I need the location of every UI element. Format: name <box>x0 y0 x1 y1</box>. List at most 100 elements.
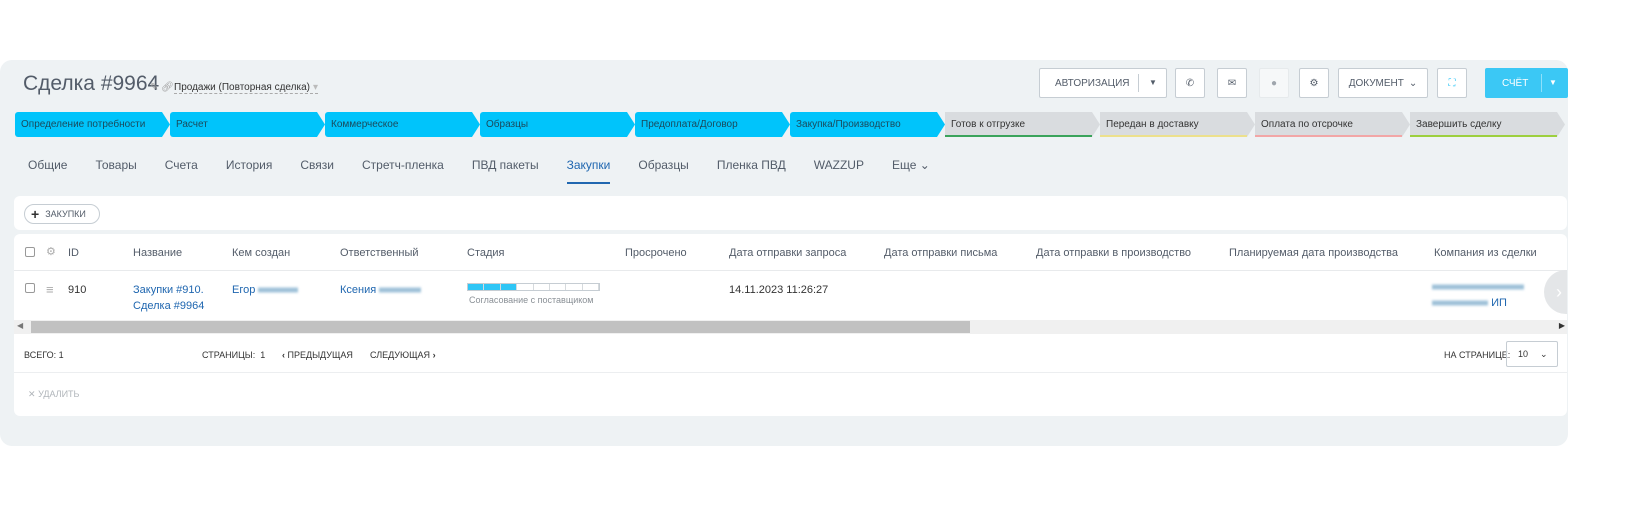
redacted-text <box>1432 284 1524 291</box>
column-header[interactable]: Компания из сделки <box>1434 247 1537 259</box>
column-header[interactable]: Просрочено <box>625 247 687 259</box>
created-by-link[interactable]: Егор <box>232 284 299 296</box>
stage-3[interactable]: Коммерческое <box>325 112 480 137</box>
call-button[interactable]: ✆ <box>1175 68 1205 98</box>
tab-12[interactable]: Еще ⌄ <box>892 158 930 184</box>
document-button[interactable]: ДОКУМЕНТ ⌄ <box>1338 68 1428 98</box>
redacted-text <box>1432 300 1488 307</box>
stage-label: Предоплата/Договор <box>641 119 738 130</box>
close-icon: ✕ <box>28 389 36 399</box>
column-header[interactable]: Стадия <box>467 247 505 259</box>
delete-button[interactable]: ✕ УДАЛИТЬ <box>28 389 79 400</box>
pages-label: СТРАНИЦЫ: 1 <box>202 350 266 360</box>
tab-3[interactable]: Счета <box>165 158 198 184</box>
gear-icon[interactable]: ⚙ <box>46 245 56 258</box>
add-purchase-button[interactable]: + ЗАКУПКИ <box>24 204 100 224</box>
tab-label: WAZZUP <box>813 158 864 172</box>
fullscreen-button[interactable]: ⛶ <box>1437 68 1467 98</box>
per-page-select[interactable]: 10 ⌄ <box>1506 341 1558 367</box>
scroll-left-arrow-icon[interactable]: ◀ <box>17 321 23 330</box>
horizontal-scrollbar[interactable]: ◀ ▶ <box>14 320 1567 334</box>
next-page-button[interactable]: СЛЕДУЮЩАЯ › <box>370 350 436 360</box>
drag-handle-icon[interactable]: ≡ <box>46 282 54 297</box>
tab-bar: Общие Товары Счета История Связи Стретч-пленк… <box>28 158 958 184</box>
stage-9[interactable]: Оплата по отсрочке <box>1255 112 1410 137</box>
invoice-button[interactable]: СЧЁТ ▼ <box>1485 68 1568 98</box>
page-title: Сделка #9964 <box>23 72 160 95</box>
email-button[interactable]: ✉ <box>1217 68 1247 98</box>
toolbar-card: + ЗАКУПКИ <box>14 196 1567 230</box>
chevron-down-icon: ▾ <box>312 82 318 93</box>
tab-7[interactable]: ПВД пакеты <box>472 158 539 184</box>
stage-label: Передан в доставку <box>1106 119 1199 130</box>
expand-icon: ⛶ <box>1448 77 1456 89</box>
tab-2[interactable]: Товары <box>95 158 136 184</box>
auth-button[interactable]: АВТОРИЗАЦИЯ ▼ <box>1039 68 1167 98</box>
stage-4[interactable]: Образцы <box>480 112 635 137</box>
stage-8[interactable]: Передан в доставку <box>1100 112 1255 137</box>
stage-5[interactable]: Предоплата/Договор <box>635 112 790 137</box>
tab-11[interactable]: WAZZUP <box>814 158 864 184</box>
scroll-right-button[interactable]: › <box>1544 270 1567 314</box>
company-link[interactable]: ИП <box>1432 281 1524 309</box>
stage-progress-bar[interactable] <box>467 283 600 291</box>
column-header[interactable]: Название <box>133 247 182 259</box>
tab-label: Пленка ПВД <box>716 158 786 172</box>
purchase-link[interactable]: Закупки #910. Сделка #9964 <box>133 284 204 312</box>
stage-7[interactable]: Готов к отгрузке <box>945 112 1100 137</box>
tab-label: Общие <box>28 158 68 172</box>
scrollbar-thumb[interactable] <box>31 321 971 333</box>
purchase-name-line1: Закупки #910. <box>133 284 204 296</box>
plus-icon: + <box>31 206 40 222</box>
stage-label: Определение потребности <box>21 119 146 130</box>
divider <box>14 372 1567 373</box>
tab-10[interactable]: Пленка ПВД <box>717 158 786 184</box>
column-header[interactable]: ID <box>68 247 79 259</box>
stage-10[interactable]: Завершить сделку <box>1410 112 1565 137</box>
caret-down-icon[interactable]: ▼ <box>1541 74 1557 92</box>
column-header[interactable]: Кем создан <box>232 247 290 259</box>
chevron-down-icon: ⌄ <box>1540 348 1548 359</box>
select-all-checkbox[interactable] <box>25 247 35 257</box>
row-checkbox[interactable] <box>25 283 35 293</box>
created-by-name: Егор <box>232 284 256 296</box>
scroll-right-arrow-icon[interactable]: ▶ <box>1559 321 1565 330</box>
tab-label: Еще <box>891 158 917 172</box>
stage-label: Закупка/Производство <box>796 119 901 130</box>
stage-1[interactable]: Определение потребности <box>15 112 170 137</box>
edit-icon[interactable]: ✎ <box>150 82 158 93</box>
link-icon[interactable]: 🔗︎ <box>161 82 174 93</box>
stage-label: Расчет <box>176 119 208 130</box>
column-header[interactable]: Дата отправки запроса <box>729 247 846 259</box>
stage-color-bar <box>945 135 1092 137</box>
caret-down-icon[interactable]: ▼ <box>1138 74 1157 92</box>
column-header[interactable]: Планируемая дата производства <box>1229 247 1398 259</box>
tab-label: Закупки <box>566 158 611 172</box>
tab-label: ПВД пакеты <box>471 158 539 172</box>
category-label: Продажи (Повторная сделка) <box>174 82 310 93</box>
next-label: СЛЕДУЮЩАЯ <box>370 350 431 360</box>
responsible-link[interactable]: Ксения <box>340 284 422 296</box>
tab-label: Образцы <box>638 158 689 172</box>
tab-5[interactable]: Связи <box>300 158 334 184</box>
stage-6[interactable]: Закупка/Производство <box>790 112 945 137</box>
chat-button[interactable]: ● <box>1259 68 1289 98</box>
delete-label: УДАЛИТЬ <box>38 389 80 399</box>
tab-1[interactable]: Общие <box>28 158 67 184</box>
stage-label: Коммерческое <box>331 119 399 130</box>
tab-4[interactable]: История <box>226 158 273 184</box>
category-select[interactable]: Продажи (Повторная сделка) ▾ <box>174 82 318 94</box>
column-header[interactable]: Дата отправки письма <box>884 247 997 259</box>
column-header[interactable]: Ответственный <box>340 247 419 259</box>
column-header[interactable]: Дата отправки в производство <box>1036 247 1191 259</box>
settings-button[interactable]: ⚙ <box>1299 68 1329 98</box>
stage-2[interactable]: Расчет <box>170 112 325 137</box>
document-label: ДОКУМЕНТ <box>1348 77 1404 89</box>
tab-6[interactable]: Стретч-пленка <box>362 158 444 184</box>
purchases-grid: ⚙ ID Название Кем создан Ответственный С… <box>14 234 1567 416</box>
tab-label: Стретч-пленка <box>362 158 444 172</box>
tab-8[interactable]: Закупки <box>566 158 611 184</box>
tab-9[interactable]: Образцы <box>638 158 688 184</box>
row-id: 910 <box>68 284 87 296</box>
prev-page-button[interactable]: ‹ ПРЕДЫДУЩАЯ <box>282 350 353 360</box>
